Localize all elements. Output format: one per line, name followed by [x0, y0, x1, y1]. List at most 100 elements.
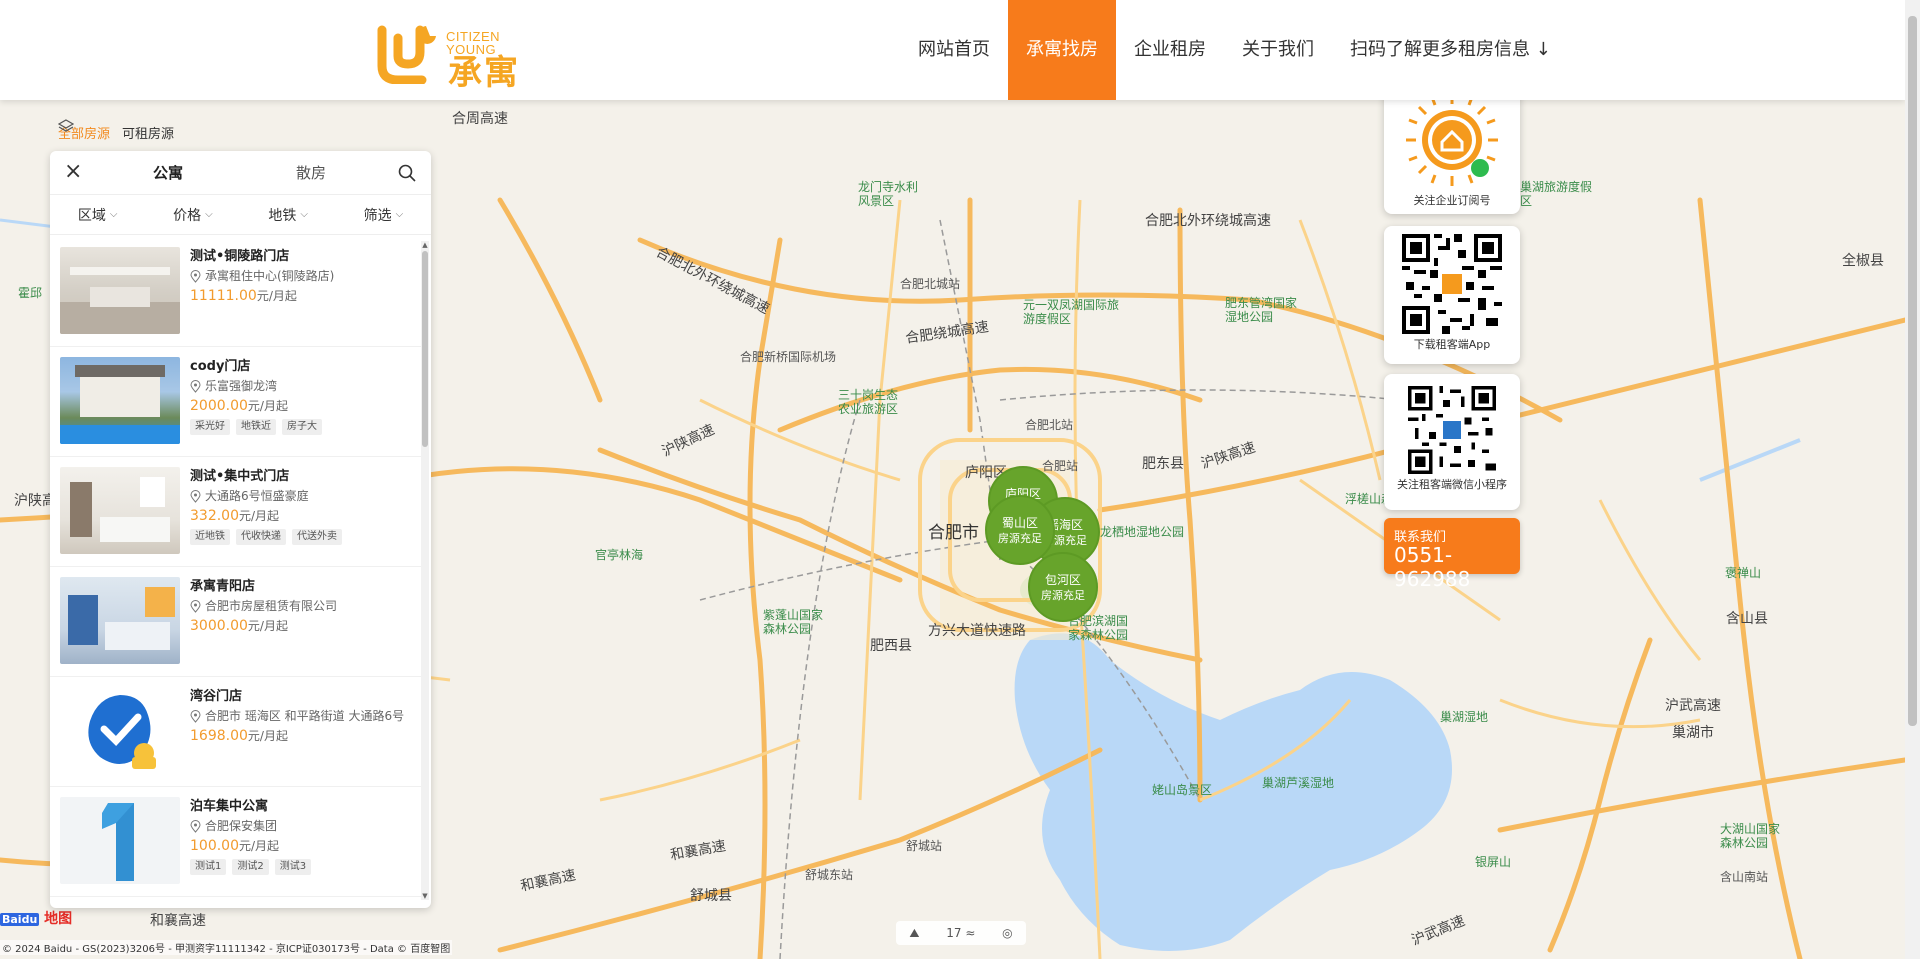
listing-tag: 代送外卖 — [292, 529, 342, 545]
page-scrollbar[interactable] — [1905, 0, 1920, 959]
number-one-graphic — [102, 803, 134, 881]
list-scrollbar[interactable]: ▲ ▼ — [421, 241, 429, 900]
scenic-label: 元一双凤湖国际旅游度假区 — [1023, 298, 1120, 326]
layer-switch: 全部房源 可租房源 — [58, 118, 186, 146]
map-label: 全椒县 — [1842, 253, 1884, 269]
map-label: 舒城县 — [690, 888, 732, 904]
layer-available[interactable]: 可租房源 — [122, 123, 174, 142]
locate-icon[interactable]: ◎ — [1002, 926, 1012, 940]
listing-address: 大通路6号恒盛豪庭 — [190, 487, 412, 505]
page-scrollbar-thumb[interactable] — [1908, 16, 1917, 726]
map-label: 肥东县 — [1142, 456, 1184, 472]
list-item[interactable]: 测试•铜陵路门店 承寓租住中心(铜陵路店) 11111.00元/月起 — [50, 237, 422, 347]
listing-price: 3000.00元/月起 — [190, 618, 288, 634]
listing-photo — [60, 247, 180, 334]
station-label: 舒城站 — [906, 839, 943, 853]
listing-price: 2000.00元/月起 — [190, 398, 288, 414]
brand-logo[interactable]: CITIZEN YOUNG 承寓 — [376, 16, 536, 90]
listing-list: 测试•铜陵路门店 承寓租住中心(铜陵路店) 11111.00元/月起 cody门… — [50, 237, 422, 908]
scenic-label: 巢湖湿地 — [1440, 710, 1489, 724]
qr-card-app: 下载租客端App — [1384, 226, 1520, 364]
list-item[interactable]: 湾谷门店 合肥市 瑶海区 和平路街道 大通路6号 1698.00元/月起 — [50, 677, 422, 787]
main-nav: 网站首页 承寓找房 企业租房 关于我们 扫码了解更多租房信息 ↓ — [900, 0, 1569, 100]
scenic-label: 三十岗生态农业旅游区 — [838, 388, 899, 416]
qr-caption: 下载租客端App — [1413, 338, 1491, 351]
listing-photo — [60, 357, 180, 444]
list-item[interactable]: 泊车集中公寓 合肥保安集团 100.00元/月起 测试1 测试2 测试3 — [50, 787, 422, 897]
location-pin-icon — [190, 599, 201, 613]
station-label: 舒城东站 — [805, 868, 854, 882]
chevron-down-icon: ⌵ — [395, 209, 404, 220]
tab-apartment[interactable]: 公寓 — [153, 151, 183, 195]
scenic-label: 霍邱 — [18, 286, 43, 300]
verified-badge-icon — [88, 695, 156, 769]
nav-home[interactable]: 网站首页 — [900, 0, 1008, 100]
station-label: 合肥站 — [1042, 459, 1079, 473]
location-pin-icon — [190, 379, 201, 393]
qr-caption: 关注企业订阅号 — [1413, 194, 1491, 207]
scenic-label: 巢湖芦溪湿地 — [1262, 776, 1335, 790]
listing-price: 100.00元/月起 — [190, 838, 280, 854]
map-copyright: © 2024 Baidu - GS(2023)3206号 - 甲测资字11111… — [0, 940, 453, 955]
logo-chinese: 承寓 — [448, 53, 520, 93]
listing-photo — [60, 797, 180, 884]
wechat-qr-icon — [1408, 386, 1496, 474]
nav-scan-qr[interactable]: 扫码了解更多租房信息 ↓ — [1332, 0, 1569, 100]
scrollbar-thumb[interactable] — [422, 251, 428, 447]
listing-name: 承寓青阳店 — [190, 579, 256, 594]
map-label: 合周高速 — [452, 111, 508, 127]
listing-tag: 代收快递 — [236, 529, 286, 545]
listing-tag: 测试2 — [232, 859, 269, 875]
filter-area[interactable]: 区域 ⌵ — [78, 205, 118, 225]
listing-name: 测试•集中式门店 — [190, 469, 290, 484]
location-pin-icon — [190, 269, 201, 283]
map-label: 沪武高速 — [1665, 698, 1721, 714]
location-pin-icon — [190, 489, 201, 503]
listing-price: 11111.00元/月起 — [190, 288, 297, 304]
list-item[interactable]: 测试•集中式门店 大通路6号恒盛豪庭 332.00元/月起 近地铁 代收快递 代… — [50, 457, 422, 567]
qr-card-wechat: 关注租客端微信小程序 — [1384, 374, 1520, 510]
scenic-label: 龙门寺水利风景区 — [858, 180, 919, 208]
zoom-level: 17 ≈ — [946, 926, 976, 940]
listing-photo — [60, 577, 180, 664]
map-label: 肥西县 — [870, 638, 912, 654]
scroll-down-icon[interactable]: ▼ — [421, 892, 429, 900]
scenic-label: 姥山岛景区 — [1152, 783, 1213, 797]
list-item[interactable]: 承寓青阳店 合肥市房屋租赁有限公司 3000.00元/月起 — [50, 567, 422, 677]
scenic-label: 褒禅山 — [1725, 566, 1762, 580]
baidu-map-logo[interactable]: Baidu 地图 — [0, 908, 72, 928]
map-label: 方兴大道快速路 — [928, 623, 1026, 639]
map-label: 和襄高速 — [150, 913, 206, 929]
filter-more[interactable]: 筛选 ⌵ — [364, 205, 404, 225]
terrain-icon[interactable]: ⛰ — [909, 926, 919, 941]
search-icon[interactable] — [397, 163, 417, 183]
map-cluster-shushan[interactable]: 蜀山区 房源充足 — [985, 495, 1055, 565]
location-pin-icon — [190, 819, 201, 833]
site-header: CITIZEN YOUNG 承寓 网站首页 承寓找房 企业租房 关于我们 扫码了… — [0, 0, 1905, 100]
listing-photo — [60, 467, 180, 554]
listing-name: cody门店 — [190, 359, 251, 374]
nav-about[interactable]: 关于我们 — [1224, 0, 1332, 100]
listing-address: 合肥市 瑶海区 和平路街道 大通路6号 — [190, 707, 412, 725]
contact-us-button[interactable]: 联系我们 0551-962988 — [1384, 518, 1520, 591]
chevron-down-icon: ⌵ — [300, 209, 308, 220]
list-item[interactable]: cody门店 乐富强御龙湾 2000.00元/月起 采光好 地铁近 房子大 — [50, 347, 422, 457]
filter-metro[interactable]: 地铁 ⌵ — [268, 205, 308, 225]
scenic-label: 巢湖旅游度假区 — [1520, 180, 1593, 208]
nav-find-room[interactable]: 承寓找房 — [1008, 0, 1116, 100]
mini-program-qr-icon — [1406, 94, 1498, 186]
scenic-label: 官亭林海 — [595, 548, 644, 562]
listing-address: 合肥保安集团 — [190, 817, 412, 835]
close-icon[interactable]: × — [64, 161, 84, 183]
map-cluster-baohe[interactable]: 包河区 房源充足 — [1028, 552, 1098, 622]
listing-photo — [60, 687, 180, 774]
nav-enterprise[interactable]: 企业租房 — [1116, 0, 1224, 100]
logo-mark-icon — [377, 25, 436, 84]
chevron-down-icon: ⌵ — [109, 209, 118, 220]
filter-price[interactable]: 价格 ⌵ — [173, 205, 213, 225]
tab-scattered[interactable]: 散房 — [296, 151, 326, 195]
scroll-up-icon[interactable]: ▲ — [421, 241, 429, 249]
listing-tags: 采光好 地铁近 房子大 — [190, 419, 412, 435]
listing-price: 1698.00元/月起 — [190, 728, 288, 744]
listing-name: 湾谷门店 — [190, 689, 243, 704]
